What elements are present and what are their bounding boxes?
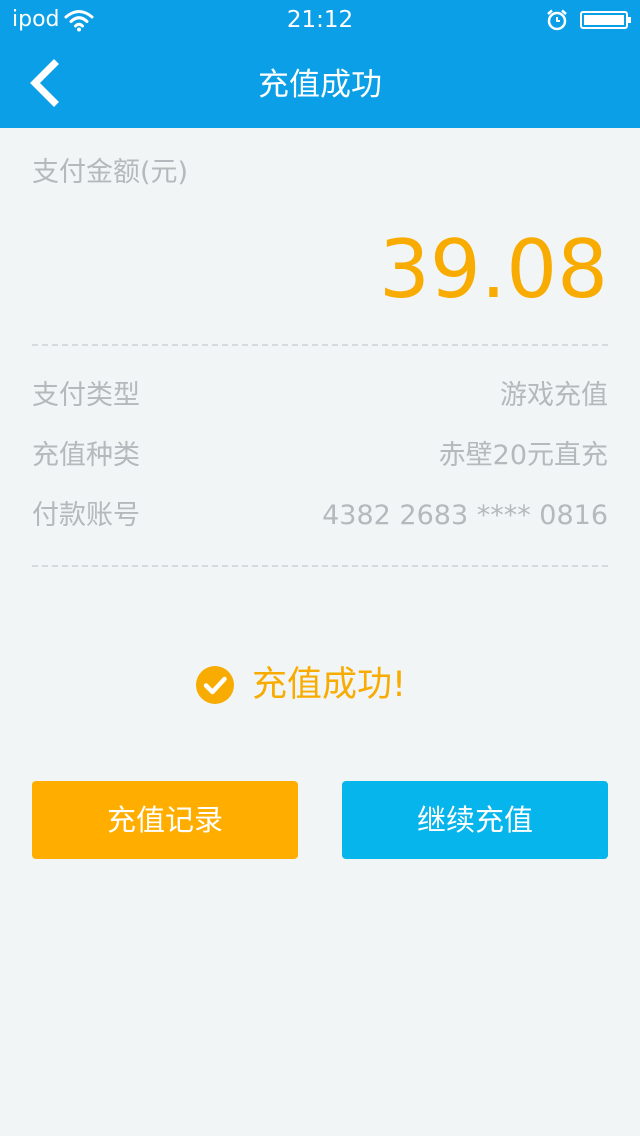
page-title: 充值成功 [258, 67, 382, 103]
info-label: 充值种类 [32, 440, 140, 471]
continue-recharge-button[interactable]: 继续充值 [342, 781, 608, 859]
info-label: 支付类型 [32, 380, 140, 411]
info-row-recharge-kind: 充值种类 赤壁20元直充 [32, 436, 608, 476]
amount-label: 支付金额(元) [32, 157, 189, 188]
divider-top [32, 344, 608, 346]
info-value: 赤壁20元直充 [438, 440, 608, 471]
battery-icon [580, 11, 631, 29]
recharge-records-button[interactable]: 充值记录 [32, 781, 298, 859]
success-text: 充值成功! [252, 665, 407, 705]
check-circle-icon [196, 666, 234, 704]
alarm-icon [547, 9, 567, 31]
divider-bottom [32, 565, 608, 567]
info-value: 4382 2683 **** 0816 [322, 500, 608, 531]
status-bar: ipod 21:12 [0, 0, 640, 40]
info-row-account: 付款账号 4382 2683 **** 0816 [32, 496, 608, 536]
info-value: 游戏充值 [500, 380, 608, 411]
info-row-payment-type: 支付类型 游戏充值 [32, 376, 608, 416]
payment-amount: 39.08 [378, 223, 608, 316]
status-time: 21:12 [286, 7, 354, 33]
info-label: 付款账号 [32, 500, 140, 531]
app-header: ipod 21:12 充值成功 [0, 0, 640, 128]
